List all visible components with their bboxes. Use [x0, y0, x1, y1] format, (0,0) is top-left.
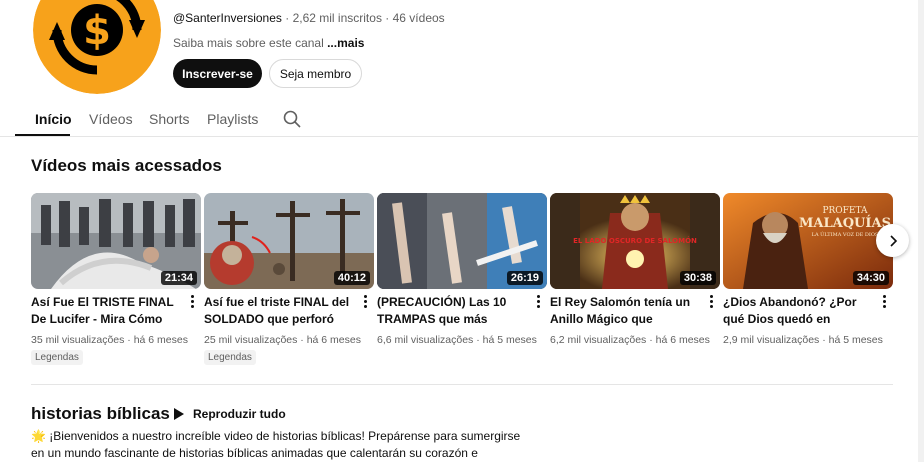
dollar-cycle-logo-icon: $ — [33, 0, 161, 94]
channel-avatar[interactable]: $ — [33, 0, 161, 94]
more-options-icon[interactable] — [706, 293, 716, 309]
video-card[interactable]: PROFETA MALAQUÍAS LA ÚLTIMA VOZ DE DIOS … — [723, 193, 893, 346]
video-thumbnail[interactable]: EL LADO OSCURO DE SALOMÓN 30:38 — [550, 193, 720, 289]
section-divider — [31, 384, 893, 385]
video-title[interactable]: El Rey Salomón tenía un Anillo Mágico qu… — [550, 294, 696, 328]
thumb-caption: EL LADO OSCURO DE SALOMÓN — [573, 236, 697, 245]
scrollbar[interactable] — [918, 0, 924, 462]
section-title: Vídeos mais acessados — [31, 156, 222, 175]
thumb-caption: LA ÚLTIMA VOZ DE DIOS — [812, 230, 879, 238]
video-thumbnail[interactable]: 40:12 — [204, 193, 374, 289]
playlist-title[interactable]: historias bíblicas — [31, 404, 170, 424]
search-icon[interactable] — [282, 109, 302, 129]
more-options-icon[interactable] — [879, 293, 889, 309]
play-all-label: Reproduzir tudo — [193, 407, 286, 421]
meta-separator: · — [381, 11, 393, 25]
video-thumbnail[interactable]: 26:19 — [377, 193, 547, 289]
video-card[interactable]: 26:19 (PRECAUCIÓN) Las 10 TRAMPAS que má… — [377, 193, 547, 346]
svg-text:$: $ — [83, 8, 111, 54]
tab-shorts[interactable]: Shorts — [149, 111, 189, 127]
video-meta: 6,6 mil visualizações · há 5 meses — [377, 334, 537, 346]
subscribe-button[interactable]: Inscrever-se — [173, 59, 262, 88]
more-options-icon[interactable] — [187, 293, 197, 309]
tab-videos[interactable]: Vídeos — [89, 111, 133, 127]
video-meta: 2,9 mil visualizações · há 5 meses — [723, 334, 883, 346]
video-duration: 40:12 — [333, 271, 370, 285]
about-more[interactable]: ...mais — [327, 36, 364, 50]
join-membership-button[interactable]: Seja membro — [269, 59, 362, 88]
channel-meta: @SanterInversiones · 2,62 mil inscritos … — [173, 11, 445, 25]
video-thumbnail[interactable]: PROFETA MALAQUÍAS LA ÚLTIMA VOZ DE DIOS … — [723, 193, 893, 289]
video-duration: 21:34 — [160, 271, 197, 285]
video-meta: 6,2 mil visualizações · há 6 meses — [550, 334, 710, 346]
active-tab-indicator — [15, 134, 70, 136]
video-meta: 25 mil visualizações · há 6 meses — [204, 334, 361, 346]
thumb-caption: MALAQUÍAS — [799, 215, 891, 231]
video-title[interactable]: Así fue el triste FINAL del SOLDADO que … — [204, 294, 350, 328]
video-duration: 30:38 — [679, 271, 716, 285]
video-meta: 35 mil visualizações · há 6 meses — [31, 334, 188, 346]
subscriber-count: 2,62 mil inscritos — [292, 11, 382, 25]
captions-badge: Legendas — [31, 350, 83, 365]
chevron-right-icon — [889, 234, 897, 247]
description-text: ¡Bienvenidos a nuestro increíble video d… — [31, 429, 521, 460]
tab-inicio[interactable]: Início — [35, 111, 72, 127]
video-card[interactable]: 40:12 Así fue el triste FINAL del SOLDAD… — [204, 193, 374, 365]
channel-tabs: Início Vídeos Shorts Playlists — [0, 99, 924, 137]
tab-playlists[interactable]: Playlists — [207, 111, 258, 127]
playlist-description: 🌟 ¡Bienvenidos a nuestro increíble video… — [31, 428, 531, 462]
video-count: 46 vídeos — [392, 11, 445, 25]
play-all-button[interactable]: Reproduzir tudo — [173, 404, 286, 424]
next-arrow-button[interactable] — [876, 224, 909, 257]
video-thumbnail[interactable]: 21:34 — [31, 193, 201, 289]
more-options-icon[interactable] — [360, 293, 370, 309]
sparkle-emoji: 🌟 — [31, 429, 46, 443]
video-title[interactable]: ¿Dios Abandonó? ¿Por qué Dios quedó en S… — [723, 294, 869, 328]
more-options-icon[interactable] — [533, 293, 543, 309]
channel-handle: @SanterInversiones — [173, 11, 282, 25]
video-title[interactable]: (PRECAUCIÓN) Las 10 TRAMPAS que más util… — [377, 294, 523, 328]
video-title[interactable]: Así Fue El TRISTE FINAL De Lucifer - Mir… — [31, 294, 177, 328]
play-icon — [174, 408, 184, 420]
video-duration: 26:19 — [506, 271, 543, 285]
video-duration: 34:30 — [852, 271, 889, 285]
about-text: Saiba mais sobre este canal — [173, 36, 328, 50]
video-card[interactable]: EL LADO OSCURO DE SALOMÓN 30:38 El Rey S… — [550, 193, 720, 346]
video-card[interactable]: 21:34 Así Fue El TRISTE FINAL De Lucifer… — [31, 193, 201, 365]
about-link[interactable]: Saiba mais sobre este canal ...mais — [173, 36, 364, 50]
meta-separator: · — [281, 11, 293, 25]
thumb-caption: PROFETA — [822, 206, 868, 216]
captions-badge: Legendas — [204, 350, 256, 365]
